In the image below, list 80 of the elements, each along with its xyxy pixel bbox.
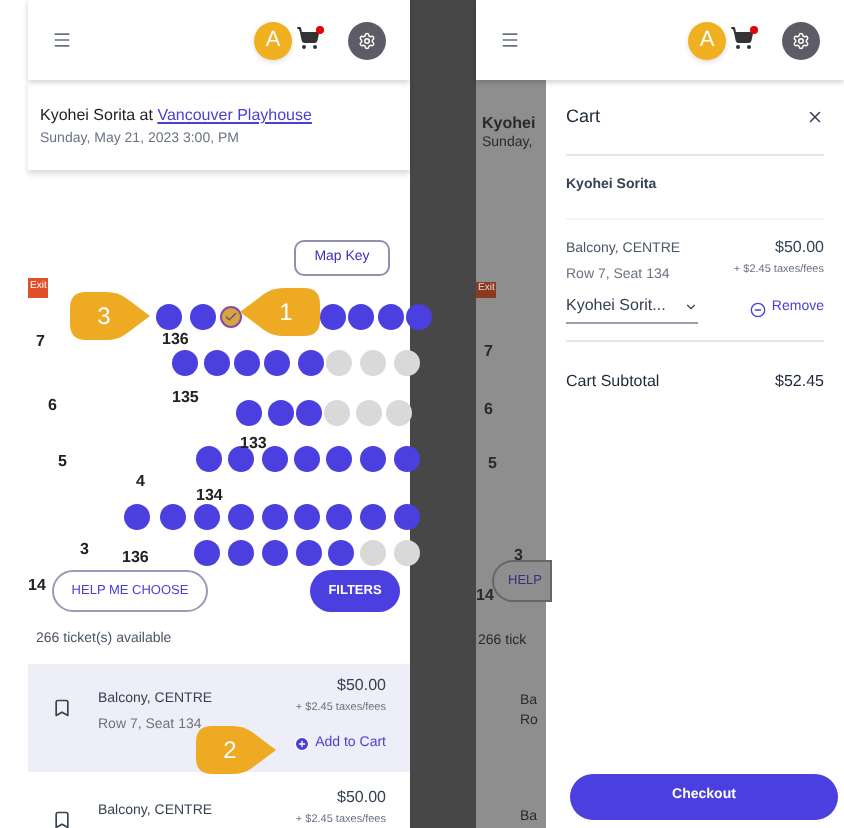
seat[interactable] [234,350,260,376]
background-text: 14 [476,584,494,608]
seat-number: 134 [196,484,223,508]
seat[interactable] [194,540,220,566]
seat[interactable] [298,350,324,376]
seat-number: 133 [240,432,267,456]
seat[interactable] [204,350,230,376]
seat-number: 135 [172,386,199,410]
selected-seat[interactable] [220,306,242,328]
step-callout: 1 [236,288,320,336]
seat[interactable] [262,446,288,472]
row-number: 4 [136,470,145,494]
seat[interactable] [194,504,220,530]
seat[interactable] [262,504,288,530]
background-text: 6 [484,398,493,422]
check-icon [224,310,238,324]
seat[interactable] [172,350,198,376]
seat[interactable] [228,540,254,566]
cart-icon[interactable] [730,26,758,54]
seat[interactable] [320,304,346,330]
seat[interactable] [190,304,216,330]
seat[interactable] [326,446,352,472]
subtotal-label: Cart Subtotal [566,370,660,394]
seat[interactable] [394,504,420,530]
background-text: Kyohei [482,112,536,135]
menu-icon[interactable] [52,30,72,50]
menu-icon[interactable] [500,30,520,50]
seat[interactable] [296,400,322,426]
seat[interactable] [360,446,386,472]
cart-icon[interactable] [296,26,324,54]
close-icon[interactable] [806,108,824,126]
seat[interactable] [328,540,354,566]
seat[interactable] [394,446,420,472]
seat[interactable] [268,400,294,426]
background-text: 7 [484,340,493,364]
seat[interactable] [294,446,320,472]
seat[interactable] [360,504,386,530]
ticket-price: $50.00 [337,785,386,809]
minus-circle-icon [749,301,766,317]
seat-number: 136 [122,546,149,570]
seat[interactable] [264,350,290,376]
seat[interactable] [406,304,432,330]
ticket-price: $50.00 [337,673,386,697]
cart-title: Cart [566,103,601,130]
bookmark-icon[interactable] [52,809,72,828]
row-number: 5 [58,450,67,474]
seat[interactable] [156,304,182,330]
seat[interactable] [236,400,262,426]
row-number: 3 [80,538,89,562]
seat[interactable] [228,446,254,472]
seat[interactable] [394,540,420,566]
seat[interactable] [262,540,288,566]
caret-icon [684,299,698,313]
row-number: 7 [36,330,45,354]
seat[interactable] [386,400,412,426]
event-title: Kyohei Sorita at Vancouver Playhouse [40,106,314,126]
settings-icon[interactable] [348,21,386,59]
ticket-holder-select[interactable]: Kyohei Sorit... [566,294,698,324]
settings-icon[interactable] [782,21,820,59]
seat[interactable] [196,446,222,472]
venue-link[interactable]: Vancouver Playhouse [157,106,312,124]
seat[interactable] [378,304,404,330]
step-callout: 2 [196,725,280,773]
subtotal-amount: $52.45 [775,370,824,394]
seat[interactable] [124,504,150,530]
seat[interactable] [296,540,322,566]
item-price: $50.00 [775,236,824,260]
seat[interactable] [326,504,352,530]
bookmark-icon[interactable] [52,697,72,717]
background-text: 5 [488,452,497,476]
seat[interactable] [160,504,186,530]
row-number: 6 [48,394,57,418]
seat-number: 136 [162,328,189,352]
row-number: 14 [28,574,46,598]
step-callout: 3 [70,292,154,340]
seat[interactable] [348,304,374,330]
plus-circle-icon [293,736,310,752]
seat[interactable] [228,504,254,530]
seat[interactable] [394,350,420,376]
seat[interactable] [294,504,320,530]
